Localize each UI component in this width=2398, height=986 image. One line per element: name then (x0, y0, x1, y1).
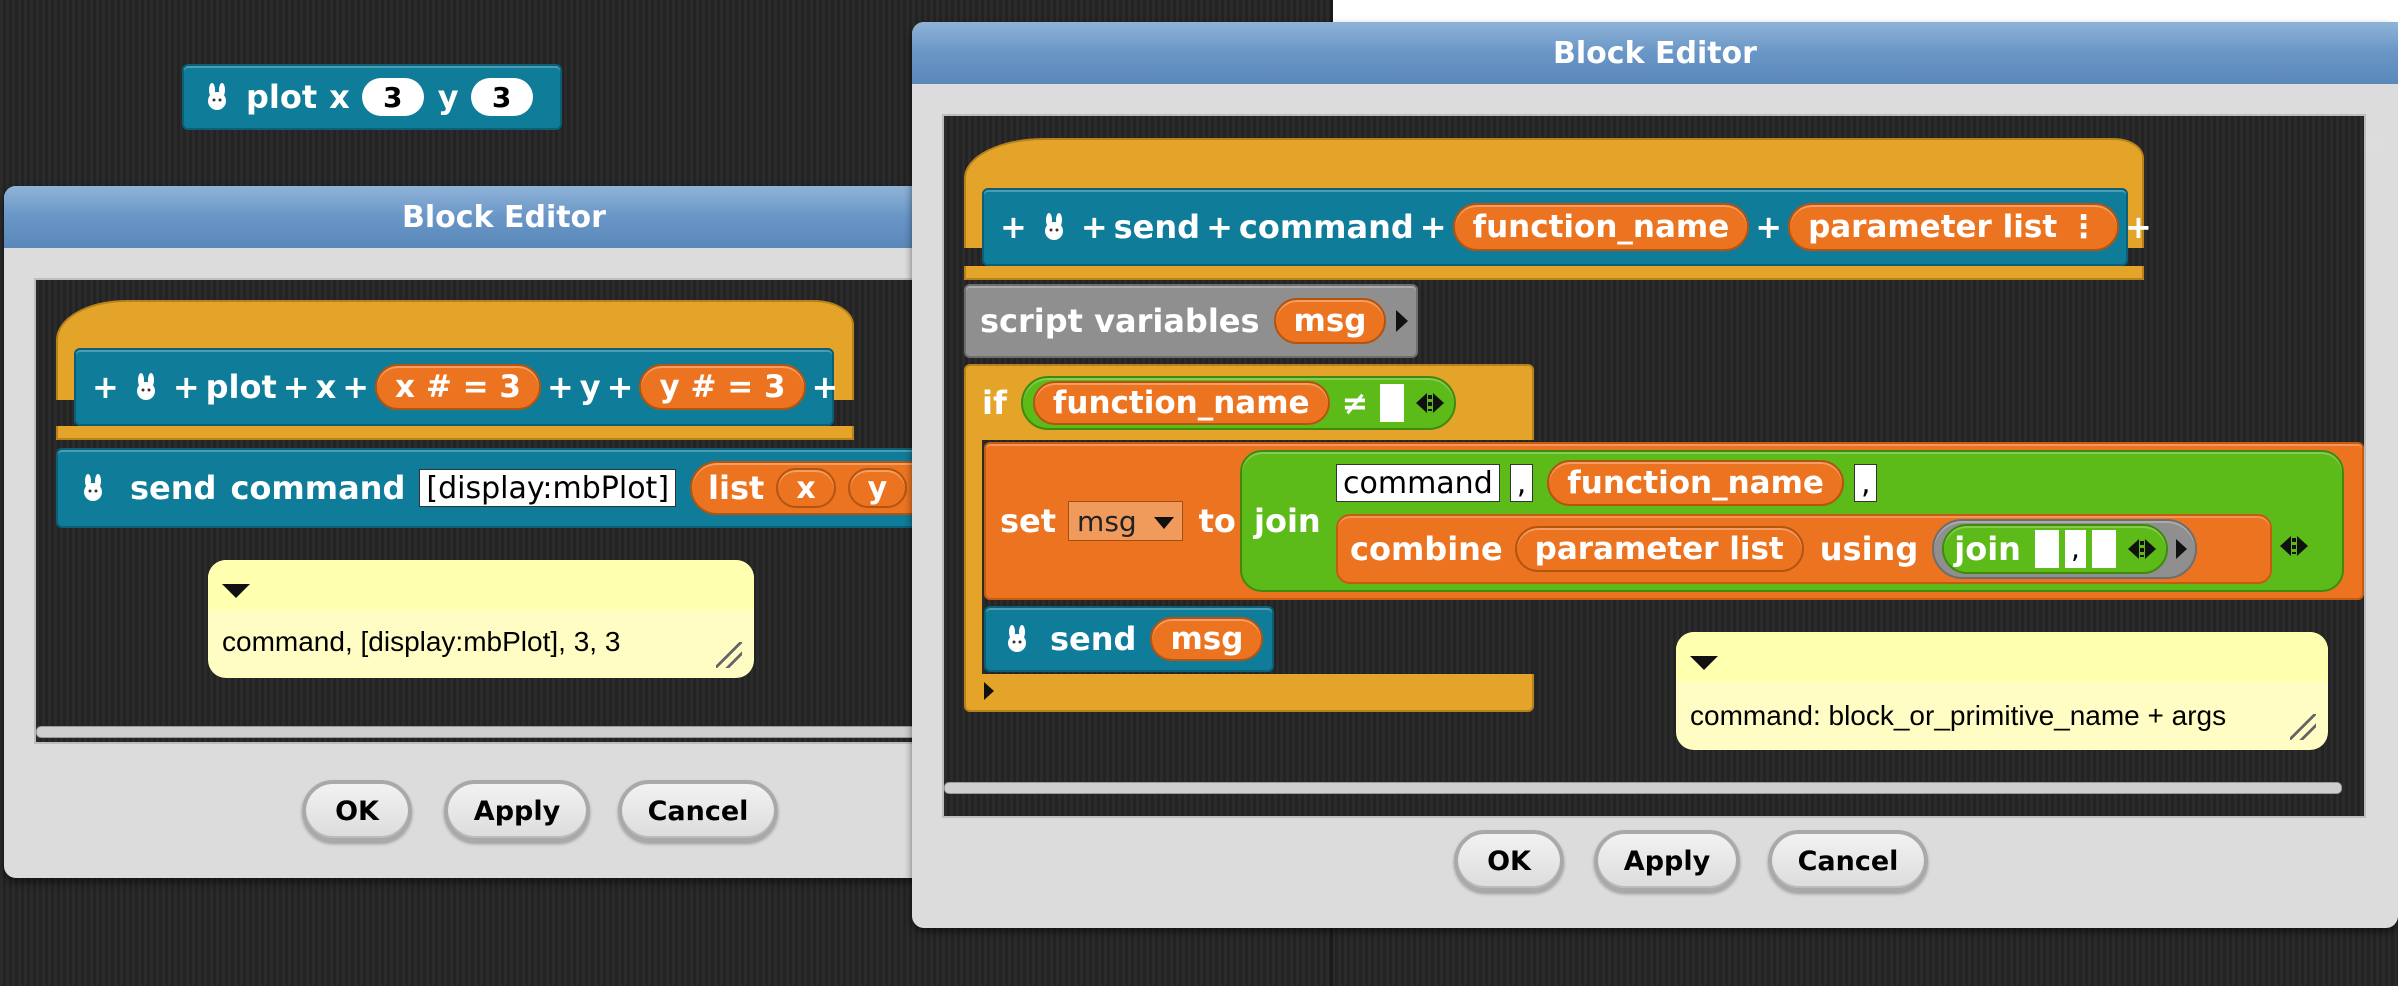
hat-command-label: command (1238, 208, 1414, 246)
not-equal-predicate[interactable]: function_name ≠ (1020, 376, 1457, 430)
sprite-icon (202, 82, 232, 112)
to-label: to (1198, 502, 1236, 540)
right-hat-bottom (964, 266, 2144, 280)
plot-label: plot (246, 78, 318, 116)
ring-expand-arrow-icon[interactable] (2175, 539, 2187, 559)
inner-join-slot-1[interactable] (2034, 530, 2059, 568)
left-horizontal-scrollbar[interactable] (36, 726, 976, 738)
not-equal-operator: ≠ (1341, 384, 1369, 422)
sprite-icon (1039, 212, 1069, 242)
join-comma-slot-2[interactable]: , (1853, 464, 1878, 502)
right-apply-button[interactable]: Apply (1594, 830, 1740, 892)
if-header: if function_name ≠ (982, 372, 1457, 434)
inner-join-reporter[interactable]: join , (1942, 524, 2168, 574)
resize-grip-icon[interactable] (2290, 714, 2316, 740)
left-script-area[interactable]: + + plot + x + x # = 3 + y + y # = 3 + s… (34, 278, 978, 744)
plot-block[interactable]: plot x 3 y 3 (182, 64, 562, 130)
collapse-triangle-icon[interactable] (1690, 656, 1718, 670)
sprite-icon (78, 473, 108, 503)
sprite-icon (131, 372, 161, 402)
command-label: command (230, 469, 406, 507)
right-horizontal-scrollbar[interactable] (944, 782, 2342, 794)
list-label: list (708, 469, 765, 507)
right-send-block[interactable]: send msg (984, 606, 1274, 672)
param-function-name[interactable]: function_name (1452, 203, 1750, 251)
block-editor-left[interactable]: Block Editor + + plot + x + x # = 3 + y … (4, 186, 1004, 878)
inner-join-comma-slot[interactable]: , (2064, 530, 2086, 568)
resize-grip-icon[interactable] (716, 642, 742, 668)
param-parameter-list[interactable]: parameter list ⋮ (1788, 203, 2119, 251)
y-label: y (437, 78, 459, 116)
param-x[interactable]: x # = 3 (375, 364, 541, 410)
right-comment[interactable]: command: block_or_primitive_name + args (1676, 632, 2328, 750)
cond-empty-slot[interactable] (1380, 384, 1405, 422)
background-white-strip (1332, 0, 2398, 22)
x-value-input[interactable]: 3 (361, 78, 424, 116)
list-item-x[interactable]: x (776, 468, 836, 508)
join-row-1: command , function_name , (1336, 460, 1878, 506)
right-comment-text: command: block_or_primitive_name + args (1690, 700, 2227, 731)
left-cancel-button[interactable]: Cancel (618, 780, 778, 842)
hat-y-label: y (579, 368, 601, 406)
inner-join-label: join (1954, 530, 2021, 568)
cond-arrows-icon[interactable] (1416, 393, 1445, 413)
block-editor-right-title[interactable]: Block Editor (912, 22, 2398, 84)
x-label: x (329, 78, 350, 116)
send-label: send (130, 469, 217, 507)
cond-function-name[interactable]: function_name (1032, 381, 1330, 425)
right-cancel-button[interactable]: Cancel (1768, 830, 1928, 892)
left-ok-button[interactable]: OK (302, 780, 412, 842)
right-hat-prototype[interactable]: + + send + command + function_name + par… (982, 188, 2152, 266)
sprite-icon (1002, 624, 1032, 654)
combine-label: combine (1350, 530, 1503, 568)
script-variables-block[interactable]: script variables msg (964, 284, 1418, 358)
left-comment-text: command, [display:mbPlot], 3, 3 (222, 626, 621, 657)
inner-join-slot-2[interactable] (2091, 530, 2116, 568)
join-function-name[interactable]: function_name (1547, 460, 1844, 506)
command-slot-input[interactable]: [display:mbPlot] (419, 469, 677, 507)
right-script-area[interactable]: + + send + command + function_name + par… (942, 114, 2366, 818)
set-var-dropdown[interactable]: msg (1068, 501, 1183, 541)
join-command-slot[interactable]: command (1336, 464, 1500, 502)
script-var-msg[interactable]: msg (1273, 298, 1387, 344)
using-label: using (1819, 530, 1919, 568)
hat-plot-label: plot (205, 368, 277, 406)
collapse-triangle-icon[interactable] (222, 584, 250, 598)
expand-arrow-icon[interactable] (1396, 310, 1409, 332)
hat-send-label: send (1113, 208, 1201, 246)
block-editor-right[interactable]: Block Editor + + send + command + functi… (912, 22, 2398, 928)
param-y[interactable]: y # = 3 (639, 364, 806, 410)
left-apply-button[interactable]: Apply (444, 780, 590, 842)
combine-reporter[interactable]: combine parameter list using join , (1336, 514, 2272, 584)
y-value-input[interactable]: 3 (470, 78, 533, 116)
hat-x-label: x (315, 368, 337, 406)
send-msg-var[interactable]: msg (1150, 617, 1264, 661)
right-ok-button[interactable]: OK (1454, 830, 1564, 892)
right-send-label: send (1050, 620, 1137, 658)
script-variables-label: script variables (980, 302, 1260, 340)
left-hat-prototype[interactable]: + + plot + x + x # = 3 + y + y # = 3 + (74, 348, 838, 426)
join-label: join (1254, 502, 1321, 540)
left-send-command-block[interactable]: send command [display:mbPlot] list x y (56, 448, 976, 528)
left-hat-bottom (56, 426, 854, 440)
dropdown-arrow-icon (1153, 517, 1174, 529)
left-comment[interactable]: command, [display:mbPlot], 3, 3 (208, 560, 754, 678)
if-label: if (982, 384, 1007, 422)
join-comma-slot-1[interactable]: , (1509, 464, 1534, 502)
block-editor-left-title[interactable]: Block Editor (4, 186, 1004, 248)
list-item-y[interactable]: y (847, 468, 908, 508)
join-arrows-icon[interactable] (2280, 536, 2308, 556)
set-label: set (1000, 502, 1057, 540)
combine-parameter-list[interactable]: parameter list (1514, 526, 1804, 572)
inner-join-arrows-icon[interactable] (2127, 539, 2156, 559)
if-bottom-arrow-icon[interactable] (984, 682, 994, 700)
ring-slot[interactable]: join , (1932, 519, 2197, 579)
